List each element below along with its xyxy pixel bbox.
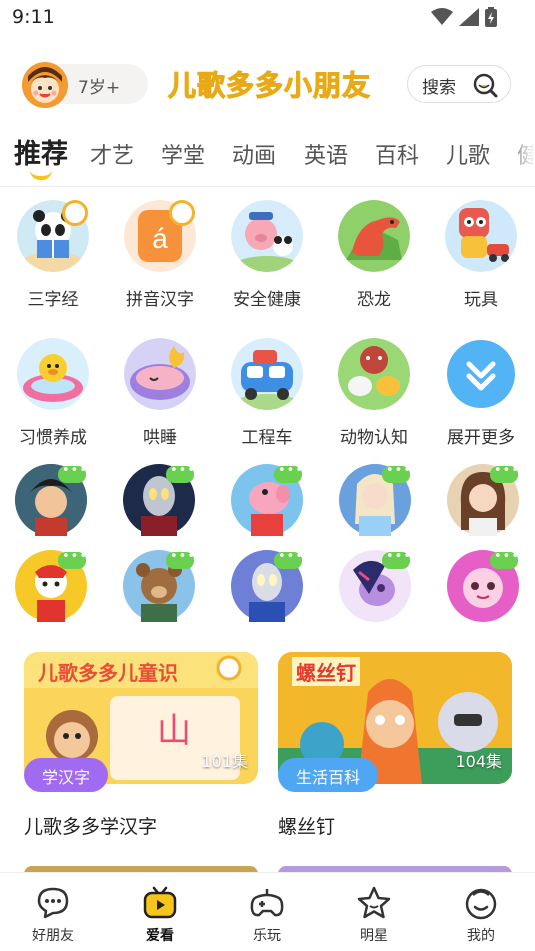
tab-nursery-songs[interactable]: 儿歌 — [446, 138, 490, 170]
age-selector[interactable]: 7岁+ — [22, 62, 148, 108]
category-label: 玩具 — [464, 290, 498, 310]
child-avatar — [22, 62, 68, 108]
card-episodes: 104集 — [455, 752, 502, 771]
face-icon — [465, 888, 497, 920]
chat-bubble-icon — [37, 887, 69, 919]
search-label: 搜索 — [422, 78, 456, 98]
chat-badge-icon — [166, 463, 196, 483]
card-title[interactable]: 螺丝钉 — [278, 812, 335, 839]
status-icons — [431, 7, 497, 27]
nav-play[interactable]: 乐玩 — [227, 885, 307, 945]
nav-label: 我的 — [467, 928, 495, 944]
nav-friends[interactable]: 好朋友 — [13, 885, 93, 945]
gamepad-icon — [250, 889, 284, 917]
chat-badge-icon — [382, 549, 412, 569]
svg-text:á: á — [152, 223, 168, 254]
category-habits[interactable]: 习惯养成 — [2, 338, 102, 448]
tab-english[interactable]: 英语 — [304, 138, 348, 170]
card-banner-text: 儿歌多多儿童识 — [38, 661, 178, 685]
pig-police-icon — [231, 200, 303, 272]
nav-label: 爱看 — [146, 928, 174, 944]
expand-more-icon — [447, 340, 515, 408]
toy-robot-icon — [445, 200, 517, 272]
tab-animation[interactable]: 动画 — [232, 138, 276, 170]
category-label: 习惯养成 — [19, 428, 87, 448]
category-label: 工程车 — [241, 428, 293, 448]
brand-title: 儿歌多多小朋友 — [167, 69, 372, 103]
sleeping-baby-icon — [124, 338, 196, 410]
wifi-icon — [431, 8, 453, 25]
category-label: 拼音汉字 — [126, 290, 194, 310]
status-bar: 9:11 — [0, 0, 535, 36]
category-label: 恐龙 — [357, 290, 391, 310]
nav-label: 明星 — [360, 928, 388, 944]
category-animals[interactable]: 动物认知 — [323, 338, 423, 448]
chat-badge-icon — [274, 549, 304, 569]
age-label: 7岁+ — [78, 78, 121, 98]
clock-badge-icon — [169, 200, 195, 226]
chat-badge-icon — [58, 549, 88, 569]
active-tab-indicator — [30, 170, 52, 180]
animals-icon — [338, 338, 410, 410]
chat-badge-icon — [490, 549, 520, 569]
nav-watch[interactable]: 爱看 — [120, 885, 200, 945]
chat-badge-icon — [274, 463, 304, 483]
category-safety[interactable]: 安全健康 — [216, 200, 316, 310]
category-label: 安全健康 — [233, 290, 301, 310]
category-sanzijing[interactable]: 三字经 — [2, 200, 102, 310]
card-episodes: 101集 — [201, 752, 248, 771]
card-tag-badge: 学汉字 — [24, 758, 109, 792]
tab-encyclopedia[interactable]: 百科 — [375, 138, 419, 170]
category-toys[interactable]: 玩具 — [430, 200, 530, 310]
header: 7岁+ 儿歌多多小朋友 搜索 — [0, 58, 535, 114]
star-icon — [357, 886, 391, 919]
card-title[interactable]: 儿歌多多学汉字 — [24, 812, 157, 839]
truck-icon — [231, 338, 303, 410]
category-label: 哄睡 — [143, 428, 177, 448]
category-dinosaur[interactable]: 恐龙 — [323, 200, 423, 310]
expand-more-button[interactable]: 展开更多 — [430, 338, 530, 448]
chat-badge-icon — [58, 463, 88, 483]
svg-text:山: 山 — [157, 711, 191, 751]
category-pinyin[interactable]: á 拼音汉字 — [109, 200, 209, 310]
tv-icon — [143, 886, 177, 919]
dinosaur-icon — [338, 200, 410, 272]
tab-recommend[interactable]: 推荐 — [14, 132, 68, 171]
nav-stars[interactable]: 明星 — [334, 885, 414, 945]
nav-mine[interactable]: 我的 — [441, 885, 521, 945]
card-banner-text: 螺丝钉 — [292, 657, 360, 686]
clock-badge-icon — [62, 200, 88, 226]
tabs-divider — [0, 186, 535, 187]
tabs-fade — [505, 130, 535, 180]
nav-label: 乐玩 — [253, 928, 281, 944]
battery-charging-icon — [485, 7, 497, 27]
category-trucks[interactable]: 工程车 — [216, 338, 316, 448]
category-tabs: 推荐 才艺 学堂 动画 英语 百科 儿歌 健 — [0, 130, 535, 186]
category-label: 动物认知 — [340, 428, 408, 448]
chat-badge-icon — [382, 463, 412, 483]
bottom-nav: 好朋友 爱看 乐玩 明星 我的 — [0, 872, 535, 951]
chat-badge-icon — [166, 549, 196, 569]
signal-icon — [459, 8, 479, 26]
status-time: 9:11 — [12, 6, 55, 28]
nav-label: 好朋友 — [32, 928, 74, 944]
category-sleep[interactable]: 哄睡 — [109, 338, 209, 448]
search-icon — [473, 73, 498, 98]
chat-badge-icon — [490, 463, 520, 483]
category-label: 展开更多 — [447, 428, 515, 448]
search-button[interactable]: 搜索 — [407, 65, 511, 103]
tab-talent[interactable]: 才艺 — [90, 138, 134, 170]
category-label: 三字经 — [27, 290, 79, 310]
tab-school[interactable]: 学堂 — [161, 138, 205, 170]
card-tag-badge: 生活百科 — [278, 758, 379, 792]
duck-bath-icon — [17, 338, 89, 410]
